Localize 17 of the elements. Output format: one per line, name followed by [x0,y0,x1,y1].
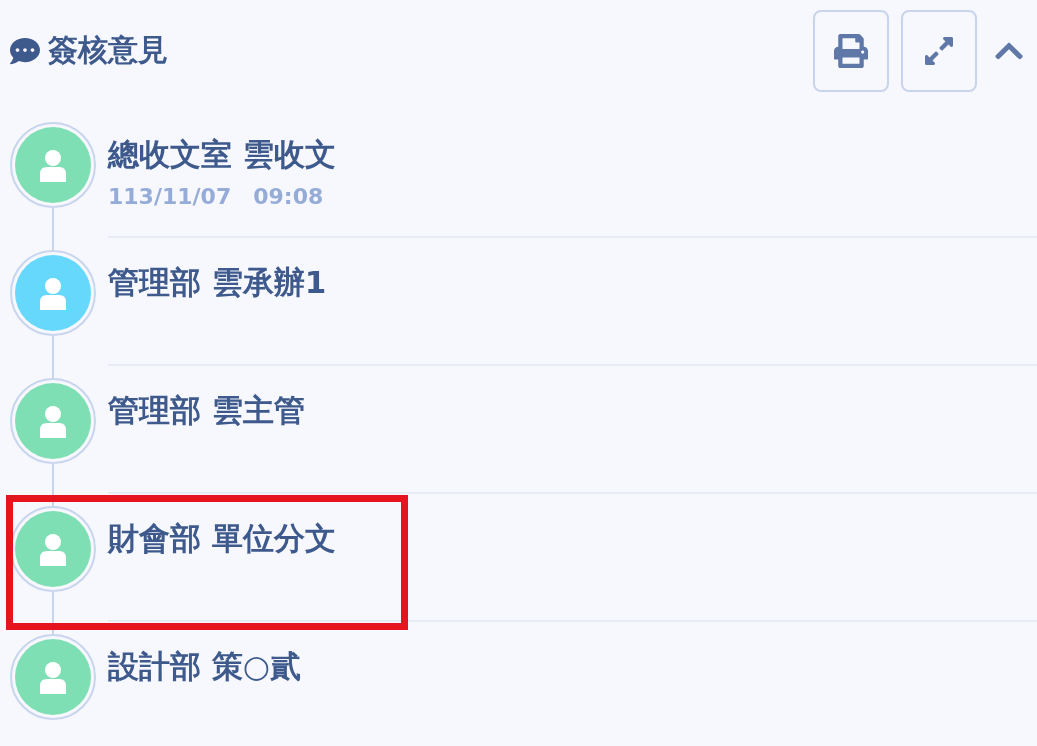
person-icon [38,532,68,566]
expand-icon [923,35,955,67]
print-button[interactable] [813,10,889,92]
signer-name: 管理部 雲承辦1 [108,263,328,302]
person-icon [38,276,68,310]
sign-time: 113/11/07 09:08 [108,183,325,211]
comment-icon [10,35,40,66]
signer-name: 財會部 單位分文 [108,519,337,558]
person-icon [38,660,68,694]
signer-name: 設計部 策○貳 [108,647,302,686]
signer-name: 管理部 雲主管 [108,391,306,430]
panel-title: 簽核意見 [48,31,168,69]
person-icon [38,404,68,438]
printer-icon [834,34,868,68]
signer-name: 總收文室 雲收文 [108,135,337,174]
expand-button[interactable] [901,10,977,92]
person-icon [38,148,68,182]
